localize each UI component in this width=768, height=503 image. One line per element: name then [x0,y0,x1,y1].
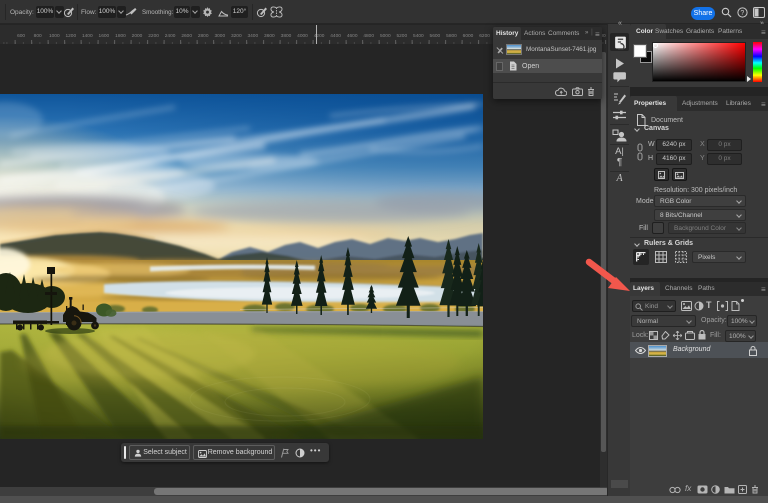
svg-text:?: ? [740,10,744,17]
